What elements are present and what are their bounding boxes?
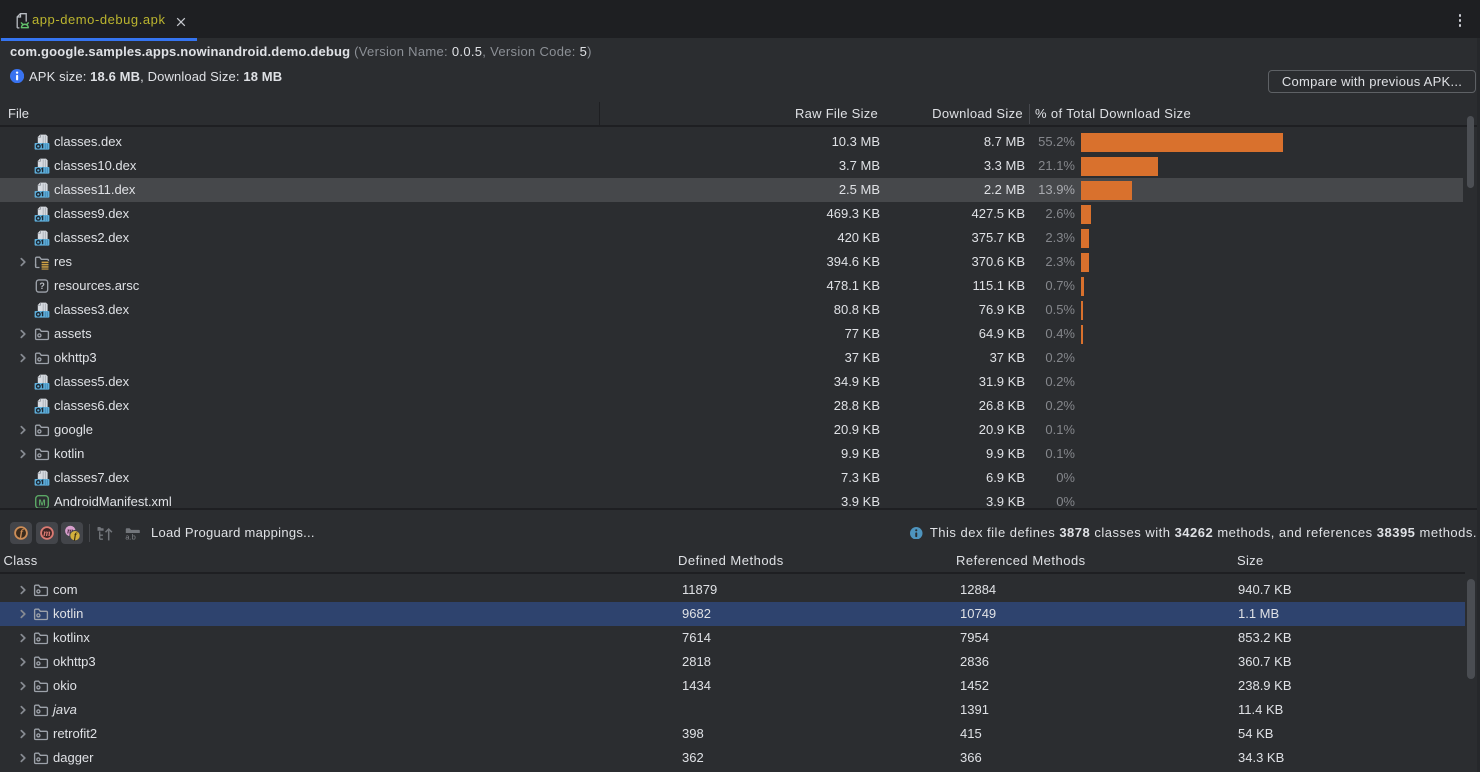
svg-text:a.b: a.b: [125, 532, 136, 540]
svg-text:m: m: [43, 529, 50, 539]
